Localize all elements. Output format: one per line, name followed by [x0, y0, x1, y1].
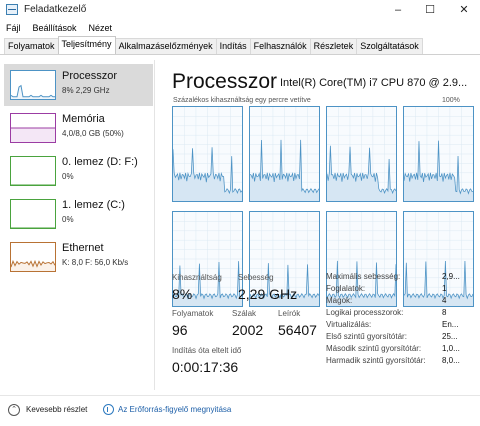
spec-label: Első szintű gyorsítótár:	[326, 332, 407, 341]
spec-label: Logikai processzorok:	[326, 308, 404, 317]
tab-bar: Folyamatok Teljesítmény Alkalmazáselőzmé…	[4, 36, 423, 55]
mini-graph-area	[11, 128, 55, 142]
cpu-core-graph-3	[326, 106, 397, 202]
spec-value: 1	[442, 284, 447, 293]
open-resource-monitor-link[interactable]: Az Erőforrás-figyelő megnyitása	[118, 405, 231, 414]
tab-details[interactable]: Részletek	[309, 38, 358, 54]
sidebar-item-title: 1. lemez (C:)	[62, 199, 125, 211]
sidebar-item-sub: 4,0/8,0 GB (50%)	[62, 129, 124, 138]
uptime-label: Indítás óta eltelt idő	[172, 346, 242, 355]
cpu-core-graph-4	[403, 106, 474, 202]
tab-startup[interactable]: Indítás	[215, 38, 251, 54]
threads-label: Szálak	[232, 309, 257, 318]
ethernet-mini-graph-svg	[10, 259, 56, 271]
cpu-mini-graph	[10, 70, 56, 100]
tab-users[interactable]: Felhasználók	[249, 38, 311, 54]
cpu-detail-panel: Processzor Intel(R) Core(TM) i7 CPU 870 …	[160, 60, 480, 390]
minimize-button[interactable]: –	[382, 0, 414, 20]
spec-value: En...	[442, 320, 459, 329]
sidebar-item-title: Processzor	[62, 70, 118, 82]
cpu-core-graph-1	[172, 106, 243, 202]
cpu-core-graph-2-svg	[250, 107, 319, 201]
sidebar-item-sub: 0%	[62, 172, 74, 181]
processes-value: 96	[172, 322, 188, 338]
cpu-core-graph-8-svg	[404, 212, 473, 306]
uptime-value: 0:00:17:36	[172, 359, 239, 375]
cpu-core-graph-3-svg	[327, 107, 396, 201]
spec-label: Maximális sebesség:	[326, 272, 401, 281]
speed-value: 2,29 GHz	[238, 286, 298, 302]
spec-value: 4	[442, 296, 447, 305]
sidebar-item-sub: 0%	[62, 215, 74, 224]
handles-value: 56407	[278, 322, 317, 338]
maximize-button[interactable]: ☐	[414, 0, 446, 20]
disk1-mini-graph	[10, 199, 56, 229]
spec-value: 1,0...	[442, 344, 460, 353]
sidebar-item-disk1[interactable]: 1. lemez (C:) 0%	[4, 193, 153, 235]
spec-value: 8,0...	[442, 356, 460, 365]
window-title: Feladatkezelő	[24, 4, 87, 15]
ethernet-mini-graph	[10, 242, 56, 272]
title-bar: Feladatkezelő – ☐ ✕	[0, 0, 480, 20]
spec-value: 2,9...	[442, 272, 460, 281]
utilization-label: Kihasználtság	[172, 273, 222, 282]
disk0-mini-graph	[10, 156, 56, 186]
menu-settings[interactable]: Beállítások	[27, 21, 83, 37]
sidebar-item-ethernet[interactable]: Ethernet K: 8,0 F: 56,0 Kb/s	[4, 236, 153, 278]
sidebar-item-title: Ethernet	[62, 242, 104, 254]
menu-view[interactable]: Nézet	[83, 21, 119, 37]
graph-caption: Százalékos kihasználtság egy percre vetí…	[173, 97, 311, 104]
spec-label: Második szintű gyorsítótár:	[326, 344, 422, 353]
spec-label: Foglalatok:	[326, 284, 366, 293]
cpu-model-name: Intel(R) Core(TM) i7 CPU 870 @ 2.9...	[280, 77, 468, 89]
mini-graph-line	[10, 84, 55, 98]
sidebar-item-cpu[interactable]: Processzor 8% 2,29 GHz	[4, 64, 153, 106]
menu-file[interactable]: Fájl	[0, 21, 27, 37]
tab-app-history[interactable]: Alkalmazáselőzmények	[114, 38, 217, 54]
tab-performance[interactable]: Teljesítmény	[57, 36, 116, 54]
page-title: Processzor	[172, 70, 278, 93]
resource-monitor-icon	[103, 404, 114, 415]
threads-value: 2002	[232, 322, 264, 338]
disk1-mini-graph-svg	[11, 227, 55, 229]
sidebar-item-sub: 8% 2,29 GHz	[62, 86, 110, 95]
resource-sidebar: Processzor 8% 2,29 GHz Memória 4,0/8,0 G…	[0, 60, 155, 390]
cpu-core-graph-1-svg	[173, 107, 242, 201]
sidebar-item-memory[interactable]: Memória 4,0/8,0 GB (50%)	[4, 107, 153, 149]
cpu-core-graph-4-svg	[404, 107, 473, 201]
cpu-mini-graph-svg	[10, 84, 55, 99]
sidebar-item-title: 0. lemez (D: F:)	[62, 156, 138, 168]
memory-mini-graph-svg	[11, 127, 55, 142]
sidebar-item-sub: K: 8,0 F: 56,0 Kb/s	[62, 258, 129, 267]
processes-label: Folyamatok	[172, 309, 214, 318]
utilization-value: 8%	[172, 286, 193, 302]
cpu-core-graph-8	[403, 211, 474, 307]
footer-bar: ⌃ Kevesebb részlet Az Erőforrás-figyelő …	[0, 395, 480, 426]
chevron-up-icon[interactable]: ⌃	[8, 404, 20, 416]
spec-value: 25...	[442, 332, 458, 341]
spec-label: Virtualizálás:	[326, 320, 372, 329]
task-manager-icon	[6, 4, 18, 15]
close-button[interactable]: ✕	[448, 0, 480, 20]
fewer-details-button[interactable]: Kevesebb részlet	[26, 405, 87, 414]
cpu-core-graph-2	[249, 106, 320, 202]
tab-divider	[0, 54, 480, 55]
memory-mini-graph	[10, 113, 56, 143]
graph-max-label: 100%	[442, 97, 460, 104]
spec-label: Magok:	[326, 296, 353, 305]
spec-label: Harmadik szintű gyorsítótár:	[326, 356, 426, 365]
disk0-mini-graph-svg	[11, 184, 55, 186]
sidebar-item-disk0[interactable]: 0. lemez (D: F:) 0%	[4, 150, 153, 192]
tab-services[interactable]: Szolgáltatások	[356, 38, 423, 54]
sidebar-item-title: Memória	[62, 113, 105, 125]
spec-value: 8	[442, 308, 447, 317]
speed-label: Sebesség	[238, 273, 274, 282]
menu-bar: Fájl Beállítások Nézet	[0, 21, 480, 37]
tab-processes[interactable]: Folyamatok	[4, 38, 59, 54]
handles-label: Leírók	[278, 309, 301, 318]
